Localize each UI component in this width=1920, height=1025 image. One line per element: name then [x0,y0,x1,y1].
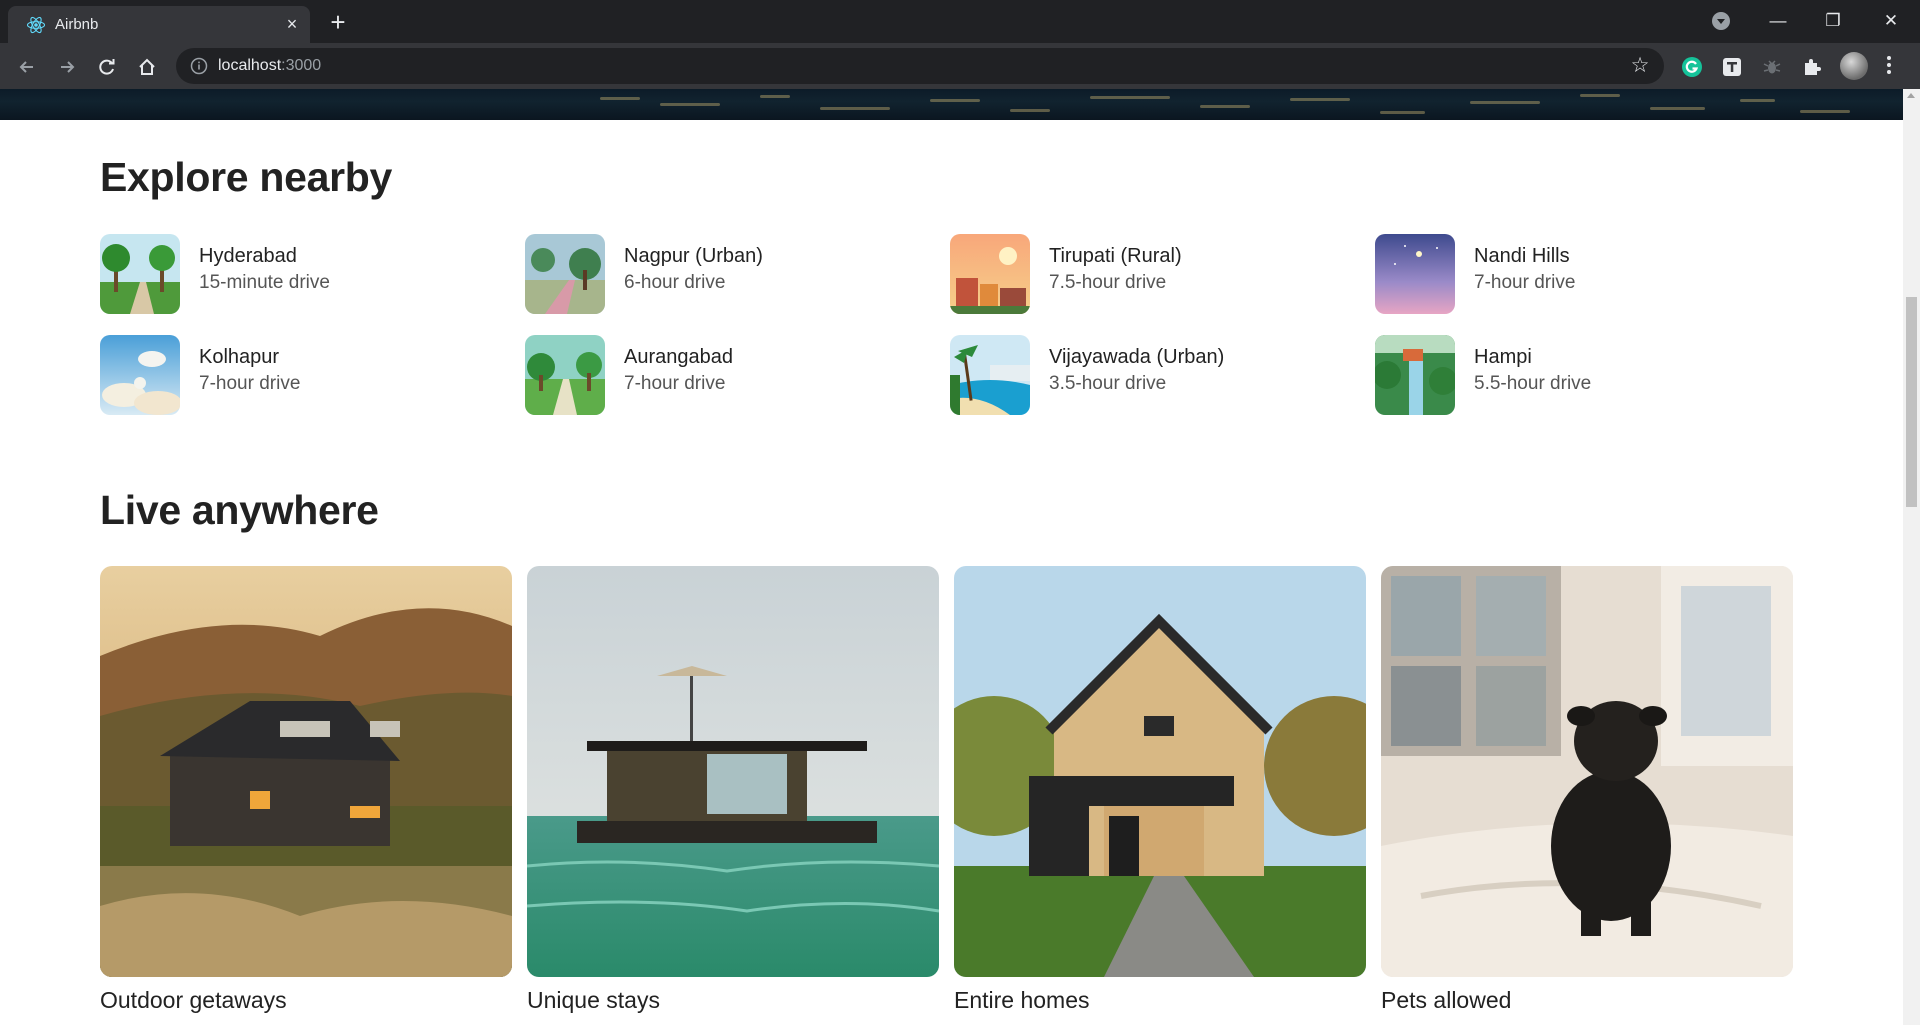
nearby-item[interactable]: Tirupati (Rural) 7.5-hour drive [950,234,1350,314]
profile-avatar[interactable] [1840,52,1868,80]
nearby-name: Aurangabad [624,346,733,368]
browser-menu-icon[interactable] [1886,55,1892,77]
live-card-label: Unique stays [527,987,660,1013]
grammarly-extension-icon[interactable] [1681,56,1703,78]
nearby-drive-time: 6-hour drive [624,272,726,293]
live-card[interactable]: Unique stays [527,566,939,1025]
nearby-item[interactable]: Kolhapur 7-hour drive [100,335,500,415]
nearby-item[interactable]: Hampi 5.5-hour drive [1375,335,1775,415]
nearby-drive-time: 7-hour drive [1474,272,1576,293]
nearby-name: Nagpur (Urban) [624,245,763,267]
tab-close-icon[interactable]: × [282,14,302,34]
home-button[interactable] [133,53,161,81]
entire-homes-photo [954,566,1366,977]
nearby-drive-time: 7.5-hour drive [1049,272,1167,293]
back-arrow-icon [19,61,33,73]
nearby-thumbnail [100,234,180,314]
nearby-name: Vijayawada (Urban) [1049,346,1225,368]
nearby-thumbnail [100,335,180,415]
live-card[interactable]: Entire homes [954,566,1366,1025]
url-host: localhost [218,57,282,74]
pets-allowed-photo [1381,566,1793,977]
bookmark-star-icon[interactable]: ☆ [1628,54,1652,78]
url-text: localhost:3000 [218,57,321,75]
nearby-item[interactable]: Nagpur (Urban) 6-hour drive [525,234,925,314]
live-card[interactable]: Outdoor getaways [100,566,512,1025]
site-info-icon[interactable] [190,57,208,75]
live-card-label: Pets allowed [1381,987,1512,1013]
nearby-thumbnail [1375,234,1455,314]
nearby-name: Hyderabad [199,245,297,267]
nearby-drive-time: 15-minute drive [199,272,330,293]
nearby-item[interactable]: Nandi Hills 7-hour drive [1375,234,1775,314]
page-scrollbar[interactable] [1903,89,1920,1025]
nearby-thumbnail [1375,335,1455,415]
nearby-name: Tirupati (Rural) [1049,245,1182,267]
browser-toolbar: localhost:3000 ☆ [0,43,1920,89]
url-port: :3000 [281,57,322,74]
extensions-puzzle-icon[interactable] [1801,56,1823,78]
forward-arrow-icon [61,61,75,73]
nearby-thumbnail [950,234,1030,314]
nearby-thumbnail [525,335,605,415]
reload-button[interactable] [93,53,121,81]
minimize-button[interactable]: — [1763,8,1793,34]
nearby-drive-time: 7-hour drive [199,373,301,394]
restore-button[interactable]: ❐ [1818,8,1848,34]
nearby-name: Kolhapur [199,346,280,368]
close-window-button[interactable]: ✕ [1876,8,1906,34]
explore-nearby-title: Explore nearby [100,154,393,200]
nearby-drive-time: 3.5-hour drive [1049,373,1167,394]
forward-button[interactable] [53,53,81,81]
live-anywhere-title: Live anywhere [100,487,379,533]
browser-tab-bar: Airbnb × + — ❐ ✕ [0,0,1920,43]
nearby-item[interactable]: Hyderabad 15-minute drive [100,234,500,314]
unique-stays-photo [527,566,939,977]
tab-title: Airbnb [55,16,99,33]
tab-search-icon[interactable] [1711,11,1731,31]
outdoor-getaways-photo [100,566,512,977]
nearby-item[interactable]: Vijayawada (Urban) 3.5-hour drive [950,335,1350,415]
live-card-label: Outdoor getaways [100,987,287,1013]
page-viewport: Explore nearby Hyderabad 15-minute drive [0,89,1903,1025]
nearby-name: Hampi [1474,346,1532,368]
address-bar[interactable]: localhost:3000 ☆ [176,48,1664,84]
hero-banner-bottom [0,89,1903,120]
live-card-label: Entire homes [954,987,1090,1013]
browser-tab[interactable]: Airbnb × [8,6,310,43]
back-button[interactable] [13,53,41,81]
nearby-name: Nandi Hills [1474,245,1570,267]
text-extension-icon[interactable] [1721,56,1743,78]
reload-icon [99,59,115,75]
home-icon [139,58,155,75]
nearby-drive-time: 7-hour drive [624,373,726,394]
nearby-thumbnail [525,234,605,314]
live-card[interactable]: Pets allowed [1381,566,1793,1025]
scrollbar-thumb[interactable] [1906,297,1917,507]
nearby-thumbnail [950,335,1030,415]
nearby-drive-time: 5.5-hour drive [1474,373,1592,394]
nearby-item[interactable]: Aurangabad 7-hour drive [525,335,925,415]
scroll-up-arrow-icon[interactable] [1907,93,1915,98]
new-tab-button[interactable]: + [324,9,352,37]
bug-extension-icon[interactable] [1761,56,1783,78]
react-logo-icon [26,16,46,34]
